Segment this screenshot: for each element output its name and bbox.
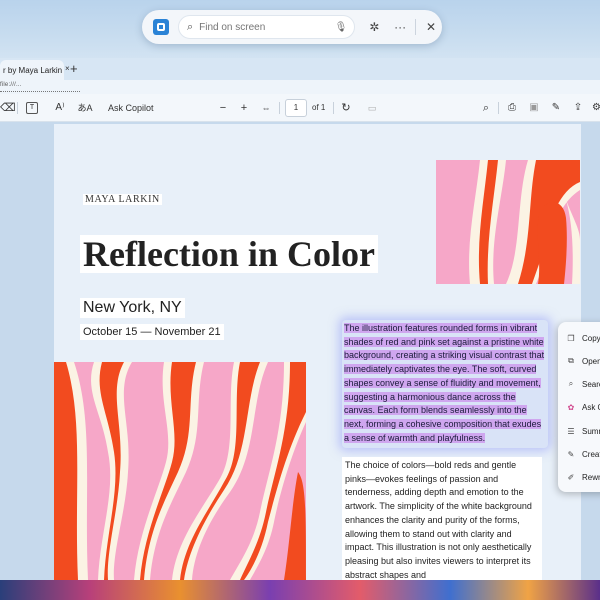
menu-item-label: Copy	[582, 333, 600, 343]
exhibition-dates: October 15 — November 21	[80, 324, 224, 340]
desktop-wallpaper-bottom	[0, 580, 600, 600]
tab-close-icon[interactable]: ×	[65, 64, 70, 73]
selected-paragraph[interactable]: The illustration features rounded forms …	[344, 322, 548, 445]
divider	[415, 19, 417, 35]
create-icon: ✎	[567, 449, 575, 459]
menu-item-label: Rewri	[582, 472, 600, 482]
summarize-icon: ☰	[567, 426, 575, 436]
menu-item-summarize[interactable]: ☰ Summ	[565, 424, 600, 438]
copilot-icon: ✿	[567, 402, 575, 412]
menu-item-label: Open	[582, 356, 600, 366]
selected-text[interactable]: The illustration features rounded forms …	[344, 323, 545, 443]
menu-item-copy[interactable]: ❐ Copy	[565, 331, 600, 345]
page-number-input[interactable]: 1	[285, 99, 307, 117]
find-search-input[interactable]	[199, 21, 330, 33]
menu-item-label: Ask C	[582, 402, 600, 412]
divider	[498, 102, 499, 114]
menu-item-create[interactable]: ✎ Creat	[565, 447, 600, 461]
pdf-toolbar: ⌫ T A⁾ あA Ask Copilot − + ⇔ 1 of 1 ↻ ▭ ⌕…	[0, 94, 600, 122]
zoom-out-button[interactable]: −	[218, 101, 228, 115]
tab-bar: r by Maya Larkin × +	[0, 58, 600, 80]
context-menu: ❐Copy ⧉Open ⌕Search ✿Ask C ☰Summ ✎Creat …	[558, 322, 600, 492]
save-icon[interactable]: ▣	[528, 101, 540, 115]
find-search-box[interactable]: ⌕ 🎙︎	[177, 15, 356, 39]
app-icon[interactable]	[153, 19, 169, 35]
eraser-icon[interactable]: ⌫	[0, 101, 16, 115]
menu-item-open[interactable]: ⧉ Open	[565, 354, 600, 368]
text-box-icon[interactable]: T	[26, 102, 38, 114]
more-icon[interactable]: ···	[389, 20, 411, 34]
fit-page-icon[interactable]: ⇔	[259, 101, 273, 115]
artist-name: MAYA LARKIN	[83, 194, 162, 205]
find-on-screen-bar: ⌕ 🎙︎ ✲ ··· ✕	[142, 10, 442, 44]
search-icon: ⌕	[186, 20, 194, 33]
perplexity-icon[interactable]: ✲	[363, 20, 385, 34]
print-icon[interactable]: ⎙	[506, 101, 518, 115]
tab-document[interactable]: r by Maya Larkin	[0, 60, 64, 80]
share-icon[interactable]: ⇪	[572, 101, 584, 115]
exhibition-city: New York, NY	[80, 298, 185, 318]
mic-icon[interactable]: 🎙︎	[335, 22, 348, 33]
address-bar[interactable]: file:///...	[0, 80, 600, 94]
menu-item-label: Creat	[582, 449, 600, 459]
rotate-icon[interactable]: ↻	[340, 101, 352, 115]
page-title: Reflection in Color	[80, 235, 378, 273]
page-total: of 1	[312, 103, 326, 112]
rewrite-icon: ✐	[567, 472, 575, 482]
zoom-in-button[interactable]: +	[239, 101, 249, 115]
menu-item-ask-copilot[interactable]: ✿ Ask C	[565, 400, 600, 414]
divider	[17, 102, 18, 114]
translate-icon[interactable]: あA	[77, 101, 93, 115]
address-text: file:///...	[0, 82, 22, 88]
tab-title: r by Maya Larkin	[3, 65, 63, 75]
read-aloud-icon[interactable]: A⁾	[52, 101, 68, 115]
address-underline	[0, 91, 80, 92]
menu-item-rewrite[interactable]: ✐ Rewri	[565, 470, 600, 484]
ask-copilot-button[interactable]: Ask Copilot	[108, 101, 154, 115]
body-paragraph: The choice of colors—bold reds and gentl…	[342, 457, 542, 581]
settings-icon[interactable]: ⚙	[592, 101, 600, 115]
copy-icon: ❐	[567, 333, 575, 343]
open-icon: ⧉	[568, 356, 574, 365]
menu-item-label: Search	[582, 379, 600, 389]
divider	[279, 102, 280, 114]
menu-item-search[interactable]: ⌕ Search	[565, 377, 600, 391]
artwork-top-right	[436, 160, 580, 284]
menu-item-label: Summ	[582, 426, 600, 436]
save-as-icon[interactable]: ✎	[550, 101, 562, 115]
artwork-bottom-left	[54, 362, 306, 580]
two-page-icon[interactable]: ▭	[366, 101, 378, 115]
search-icon[interactable]: ⌕	[480, 101, 492, 115]
divider	[333, 102, 334, 114]
new-tab-button[interactable]: +	[70, 61, 78, 76]
search-icon: ⌕	[568, 379, 574, 388]
close-icon[interactable]: ✕	[420, 20, 442, 34]
